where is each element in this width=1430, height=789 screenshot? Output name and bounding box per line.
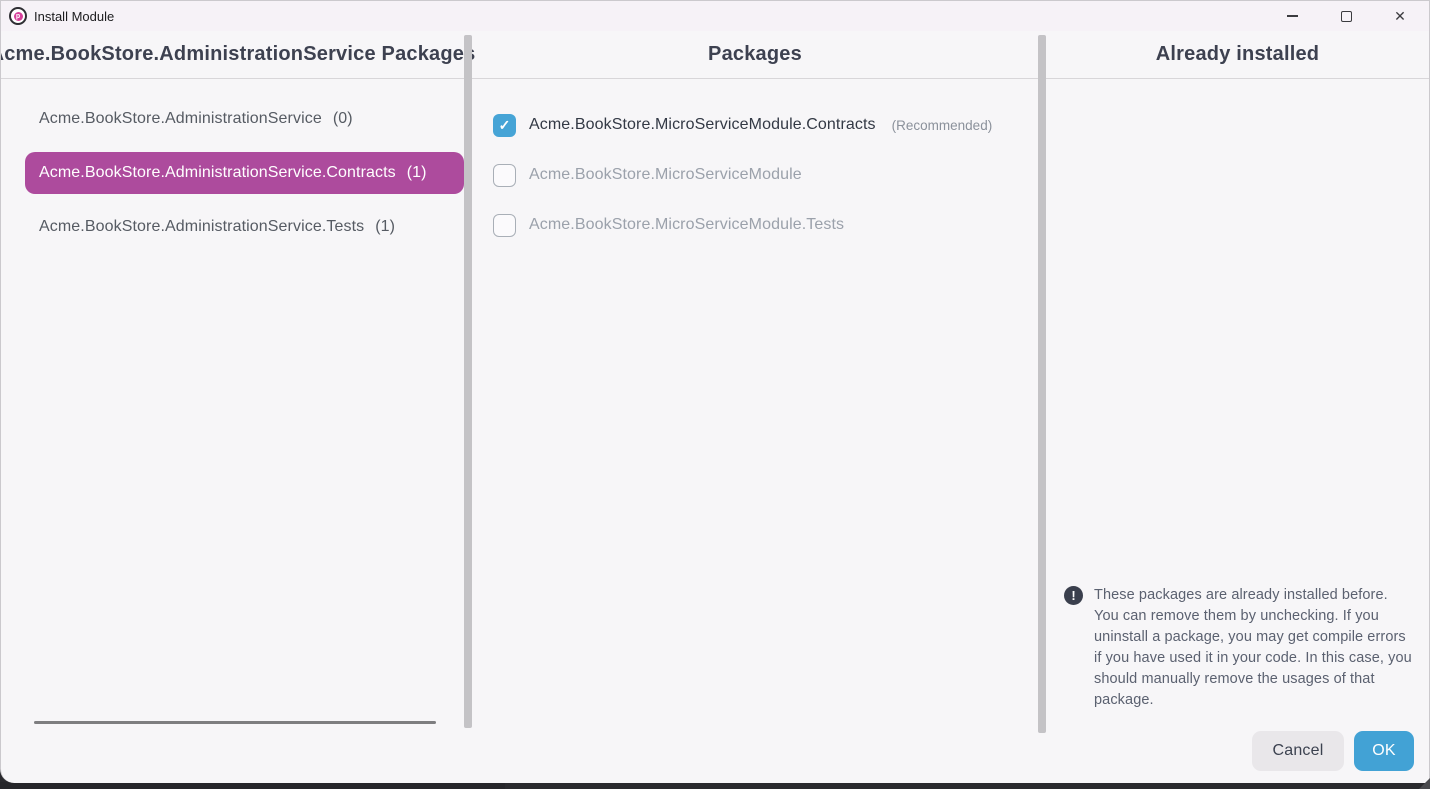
close-button[interactable]: ✕ [1385, 3, 1415, 29]
package-row-tests[interactable]: Acme.BookStore.MicroServiceModule.Tests [472, 200, 1038, 250]
middle-scrollbar-track [1038, 31, 1046, 783]
package-count: (1) [375, 218, 395, 236]
horizontal-scrollbar[interactable] [34, 721, 436, 724]
maximize-button[interactable] [1331, 3, 1361, 29]
packages-panel: Packages ✓ Acme.BookStore.MicroServiceMo… [472, 31, 1038, 783]
modules-panel: Acme.BookStore.AdministrationService Pac… [1, 31, 464, 783]
packages-panel-title: Packages [472, 31, 1038, 78]
uninstall-info-text: These packages are already installed bef… [1094, 585, 1413, 711]
info-exclamation-icon: ! [1064, 586, 1083, 605]
content-area: Acme.BookStore.AdministrationService Pac… [1, 31, 1429, 783]
window-card: p Install Module ✕ Acme.BookStore.Adm [0, 0, 1430, 783]
divider [1, 78, 464, 79]
module-item-tests[interactable]: Acme.BookStore.AdministrationService.Tes… [1, 200, 464, 254]
uninstall-info-note: ! These packages are already installed b… [1064, 585, 1413, 711]
install-module-window: p Install Module ✕ Acme.BookStore.Adm [0, 0, 1430, 789]
window-resize-grip[interactable] [1419, 778, 1430, 789]
ok-button[interactable]: OK [1354, 731, 1414, 771]
module-item-contracts-selected[interactable]: Acme.BookStore.AdministrationService.Con… [1, 146, 464, 200]
window-title: Install Module [34, 9, 114, 24]
window-bottom-shadow [0, 782, 505, 789]
titlebar: p Install Module ✕ [1, 1, 1429, 31]
minimize-icon [1287, 15, 1298, 16]
left-scrollbar-track [464, 31, 472, 783]
recommended-badge: (Recommended) [892, 118, 993, 133]
dialog-footer: Cancel OK [1252, 731, 1414, 771]
package-count: (1) [407, 164, 427, 182]
minimize-button[interactable] [1277, 3, 1307, 29]
divider [472, 78, 1038, 79]
package-row-microservicemodule[interactable]: Acme.BookStore.MicroServiceModule [472, 150, 1038, 200]
already-installed-panel: Already installed ! These packages are a… [1046, 31, 1429, 783]
middle-vertical-scrollbar[interactable] [1038, 35, 1046, 733]
divider [1046, 78, 1429, 79]
package-row-contracts[interactable]: ✓ Acme.BookStore.MicroServiceModule.Cont… [472, 100, 1038, 150]
close-icon: ✕ [1394, 9, 1406, 23]
left-vertical-scrollbar[interactable] [464, 35, 472, 728]
maximize-icon [1341, 11, 1352, 22]
package-list: ✓ Acme.BookStore.MicroServiceModule.Cont… [472, 100, 1038, 250]
module-list: Acme.BookStore.AdministrationService (0)… [1, 92, 464, 254]
abp-logo-icon: p [9, 7, 27, 25]
cancel-button[interactable]: Cancel [1252, 731, 1344, 771]
package-count: (0) [333, 110, 353, 128]
modules-panel-title: Acme.BookStore.AdministrationService Pac… [1, 31, 464, 78]
checkbox-unchecked-icon[interactable] [493, 164, 516, 187]
module-item-administrationservice[interactable]: Acme.BookStore.AdministrationService (0) [1, 92, 464, 146]
checkbox-unchecked-icon[interactable] [493, 214, 516, 237]
checkbox-checked-icon[interactable]: ✓ [493, 114, 516, 137]
already-installed-title: Already installed [1046, 31, 1429, 78]
